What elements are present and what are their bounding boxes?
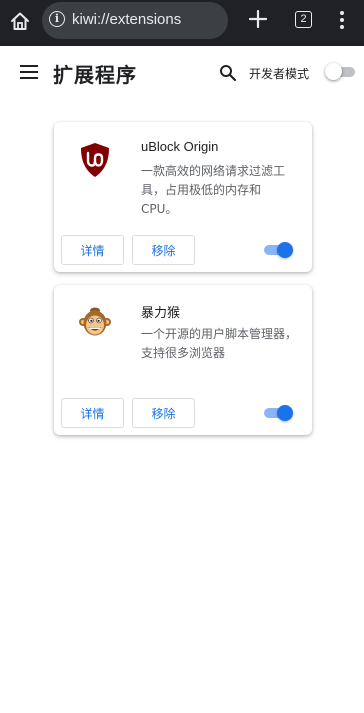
developer-mode-label: 开发者模式 (249, 67, 310, 81)
extension-name: 暴力猴 (141, 305, 181, 320)
tab-switcher-button[interactable]: 2 (295, 11, 312, 28)
extension-description: 一款高效的网络请求过滤工具，占用极低的内存和CPU。 (141, 164, 286, 216)
extension-description: 一个开源的用户脚本管理器，支持很多浏览器 (141, 327, 298, 360)
extension-enable-toggle[interactable] (264, 242, 294, 258)
extension-enable-toggle[interactable] (264, 405, 294, 421)
developer-mode-toggle[interactable] (325, 63, 355, 80)
remove-button[interactable]: 移除 (132, 398, 195, 428)
remove-button[interactable]: 移除 (132, 235, 195, 265)
address-bar[interactable]: i kiwi://extensions (42, 2, 228, 39)
extension-card-violentmonkey: 暴力猴 一个开源的用户脚本管理器，支持很多浏览器 详情 移除 (54, 285, 312, 435)
more-options-icon[interactable] (336, 11, 348, 31)
new-tab-icon[interactable] (248, 9, 268, 29)
menu-icon[interactable] (20, 65, 38, 81)
violentmonkey-icon (79, 305, 111, 341)
extension-name: uBlock Origin (141, 139, 219, 154)
ublock-origin-icon (79, 142, 111, 178)
info-icon[interactable]: i (49, 11, 65, 27)
browser-toolbar: i kiwi://extensions 2 (0, 0, 364, 46)
home-icon[interactable] (9, 10, 31, 32)
details-button[interactable]: 详情 (61, 398, 124, 428)
extension-card-ublock: uBlock Origin 一款高效的网络请求过滤工具，占用极低的内存和CPU。… (54, 122, 312, 272)
page-title: 扩展程序 (53, 63, 137, 87)
details-button[interactable]: 详情 (61, 235, 124, 265)
search-icon[interactable] (219, 64, 237, 82)
url-text[interactable]: kiwi://extensions (72, 11, 181, 28)
